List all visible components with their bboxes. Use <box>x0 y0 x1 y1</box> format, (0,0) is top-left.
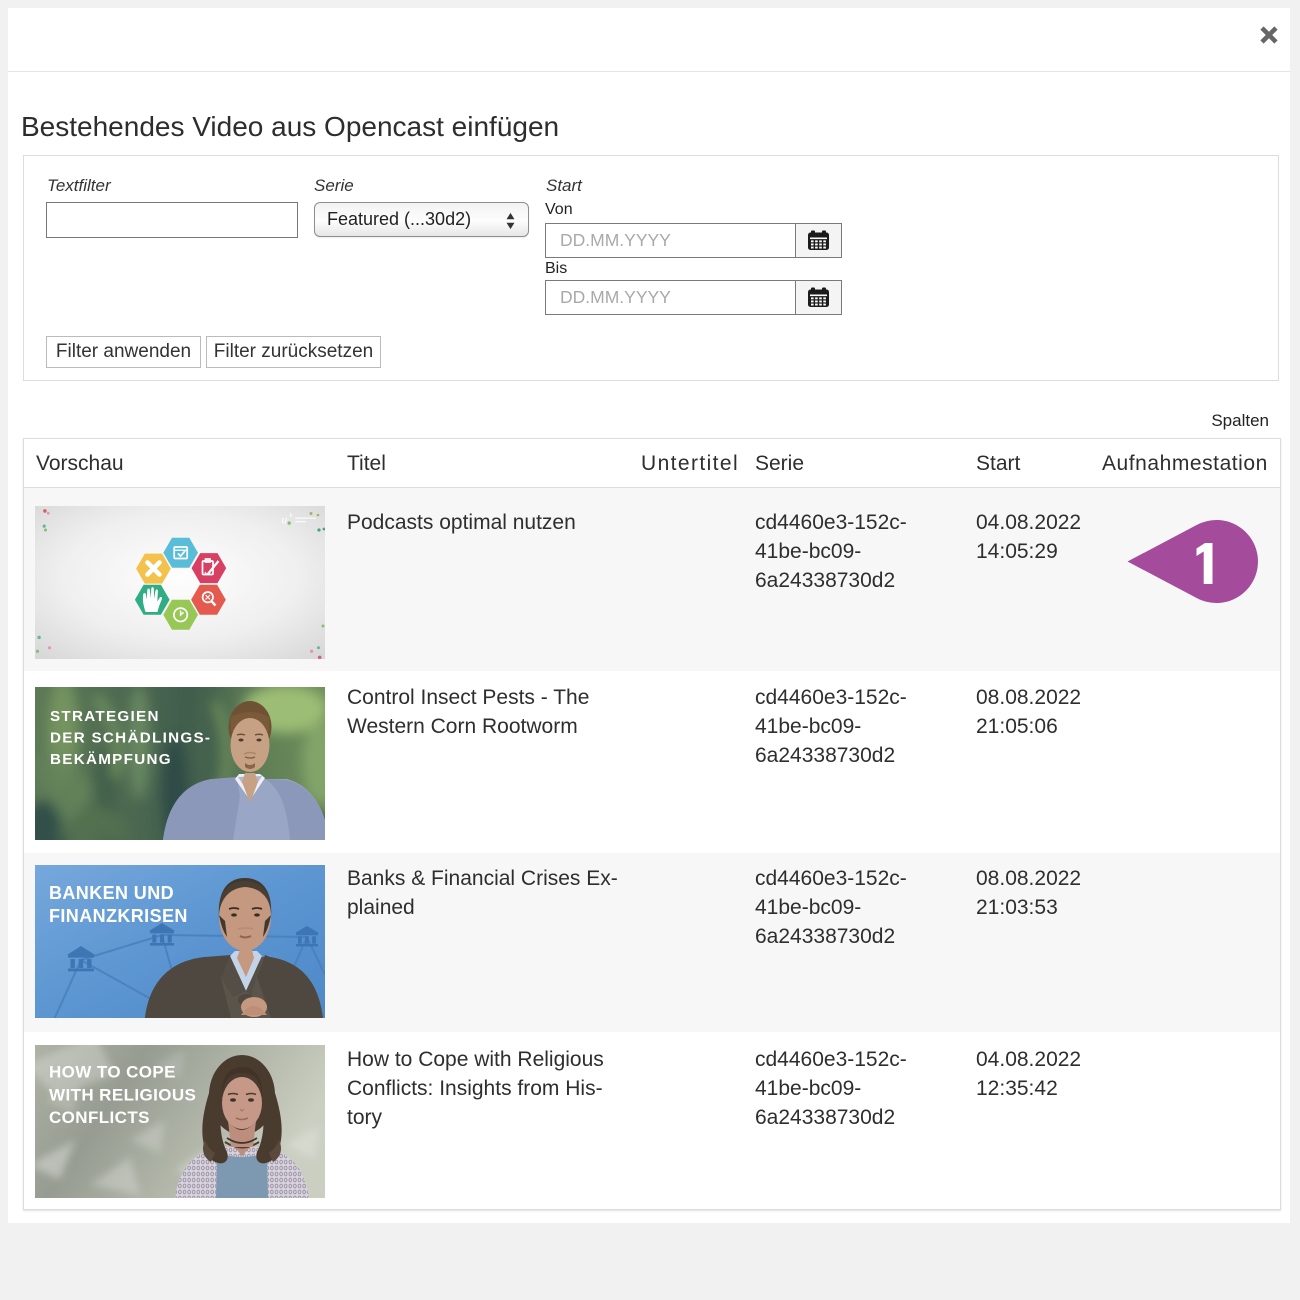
svg-text:BEKÄMPFUNG: BEKÄMPFUNG <box>50 751 172 768</box>
svg-text:b: b <box>290 513 293 519</box>
svg-text:FINANZKRISEN: FINANZKRISEN <box>49 906 188 926</box>
svg-text:CONFLICTS: CONFLICTS <box>49 1108 150 1127</box>
svg-text:WITH RELIGIOUS: WITH RELIGIOUS <box>49 1086 196 1105</box>
svg-text:DER SCHÄDLINGS-: DER SCHÄDLINGS- <box>50 730 211 747</box>
svg-text:HOW TO COPE: HOW TO COPE <box>49 1063 176 1082</box>
svg-text:STRATEGIEN: STRATEGIEN <box>50 708 160 725</box>
svg-text:BANKEN UND: BANKEN UND <box>49 883 174 903</box>
svg-text:u: u <box>282 515 288 527</box>
